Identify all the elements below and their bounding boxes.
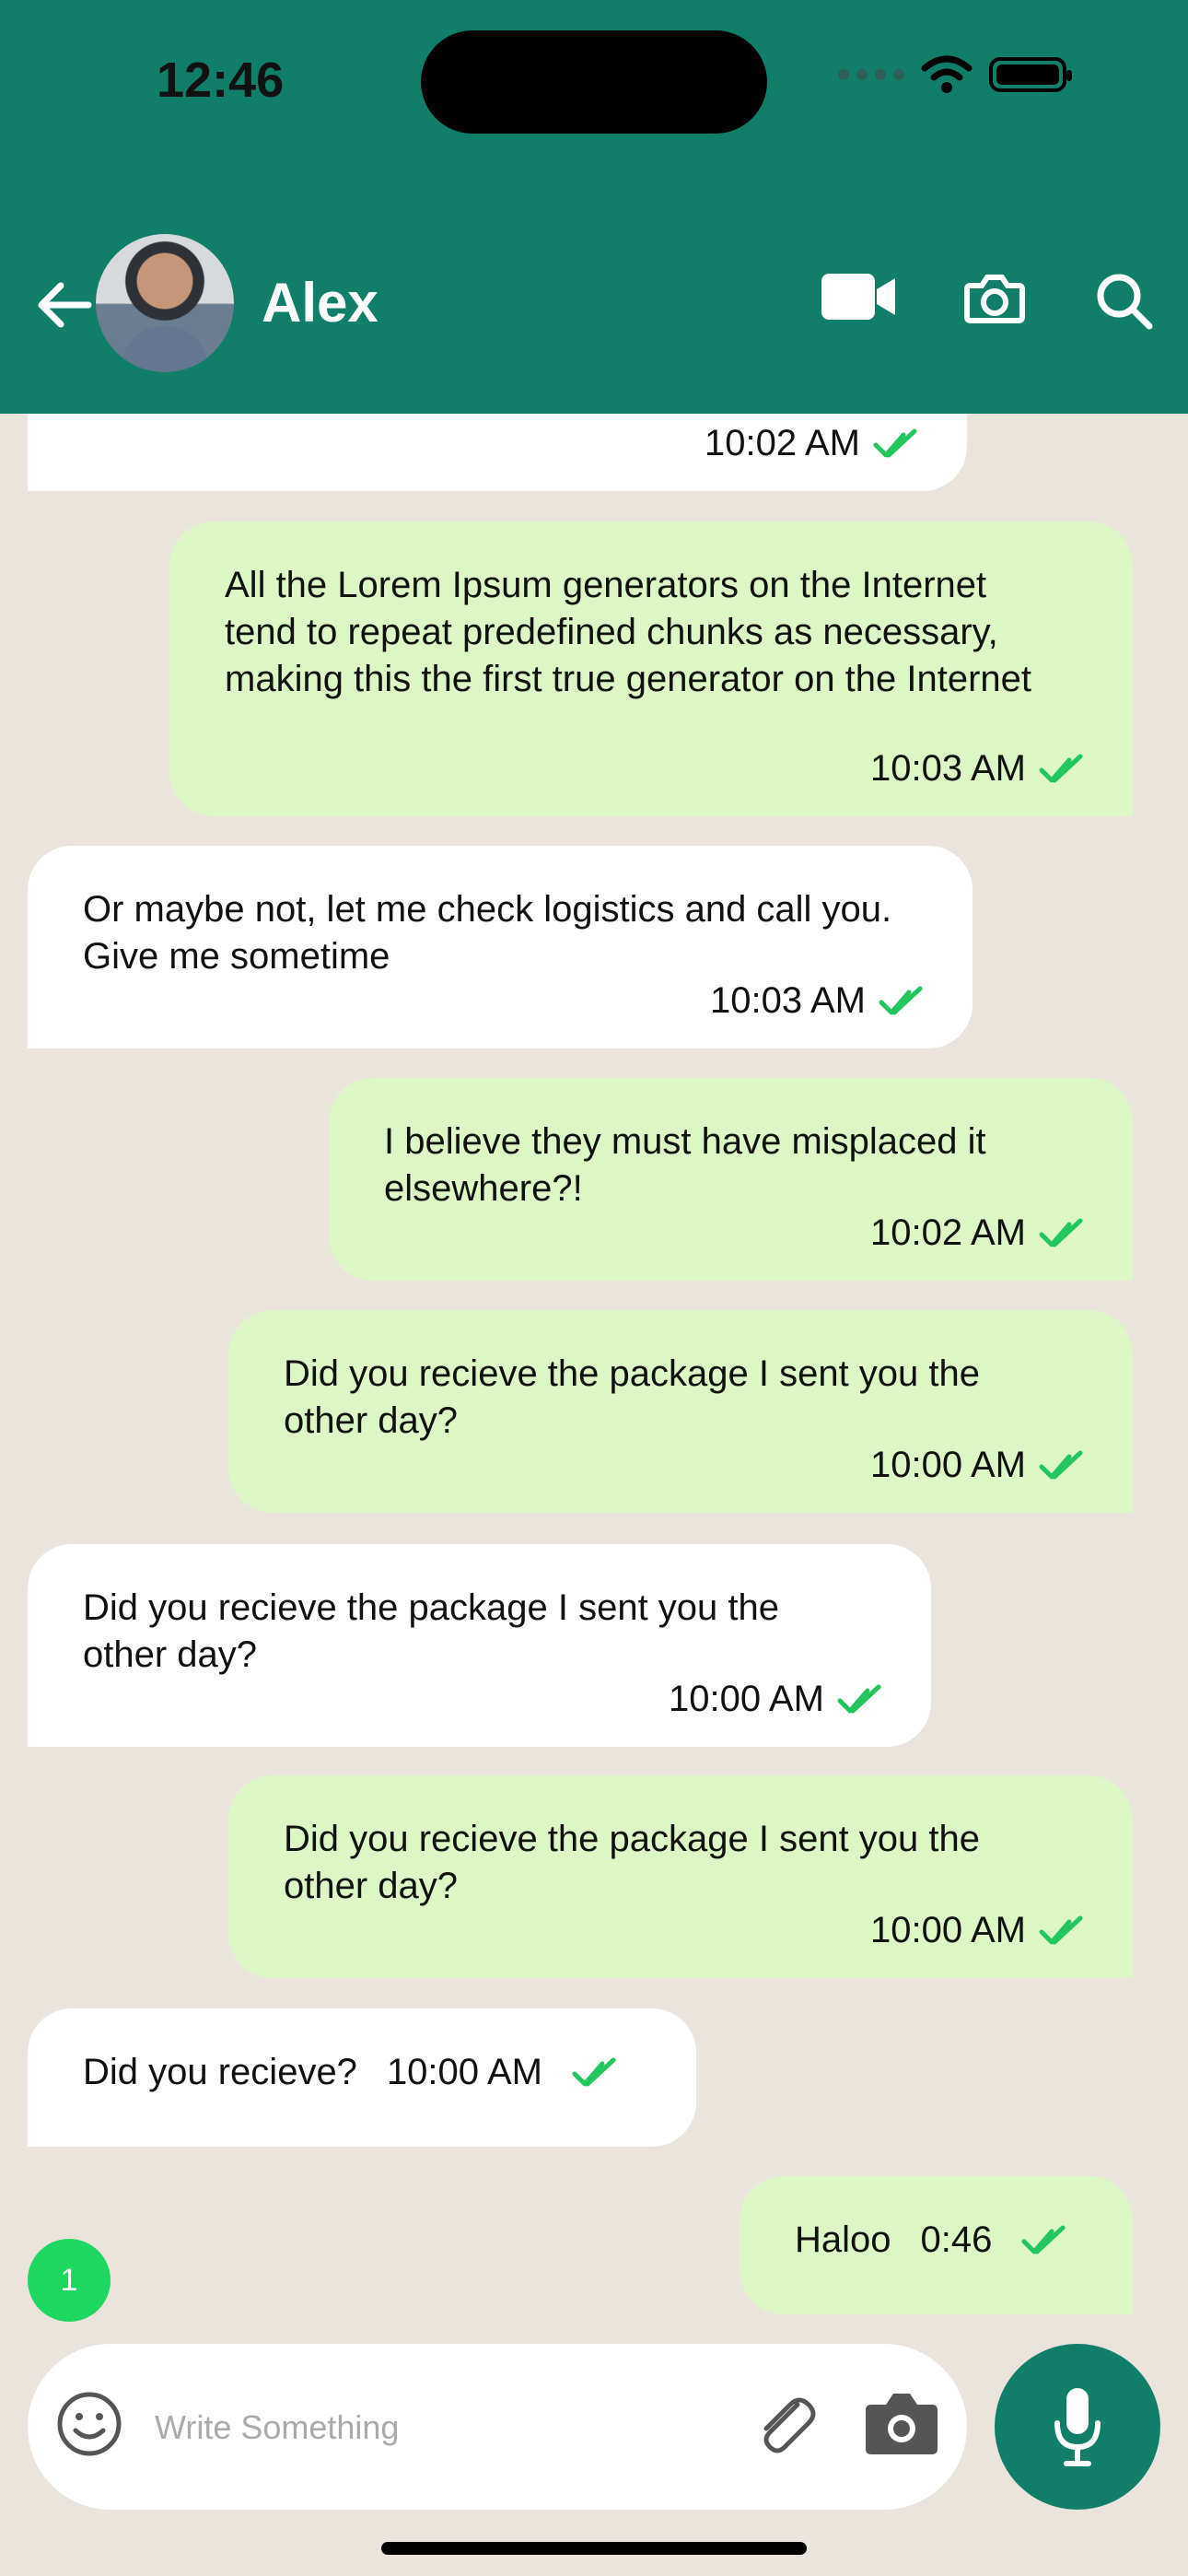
status-time: 12:46 [157,53,285,108]
message-bubble: 10:02 AM [28,414,967,491]
double-check-icon [1021,2225,1066,2254]
signal-icon [838,69,904,80]
message-time: 10:00 AM [869,1445,1026,1485]
double-check-icon [1039,1218,1083,1247]
dynamic-island [421,30,767,134]
attachment-icon[interactable] [746,2388,821,2464]
message-inline: Haloo 0:46 [795,2217,1066,2264]
double-check-icon [1039,1450,1083,1479]
status-icons [838,55,1072,94]
double-check-icon [572,2057,616,2086]
message-text: Or maybe not, let me check logistics and… [83,889,892,977]
message-meta: 10:03 AM [870,745,1083,792]
message-time: 10:02 AM [869,1212,1026,1253]
message-bubble: I believe they must have misplaced it el… [329,1078,1133,1281]
message-composer [28,2344,967,2510]
video-call-icon[interactable] [820,269,899,324]
back-arrow-icon[interactable] [35,276,92,334]
message-meta: 10:00 AM [870,1907,1083,1954]
message-input[interactable] [153,2395,728,2460]
message-bubble: Did you recieve the package I sent you t… [228,1775,1133,1978]
message-time: 10:00 AM [869,1910,1026,1950]
contact-name[interactable]: Alex [262,271,379,334]
message-text: Did you recieve the package I sent you t… [284,1819,981,1906]
home-indicator [381,2542,807,2555]
wifi-icon [921,55,973,93]
contact-avatar[interactable] [96,234,234,372]
message-list[interactable]: 10:02 AM All the Lorem Ipsum generators … [0,414,1188,2345]
message-time: 10:03 AM [709,980,866,1021]
message-time: 10:02 AM [704,423,860,463]
message-time: 10:00 AM [668,1679,824,1719]
double-check-icon [1039,754,1083,782]
message-bubble: Or maybe not, let me check logistics and… [28,846,973,1048]
message-bubble: Haloo 0:46 [740,2176,1133,2314]
chat-header: 12:46 Alex [0,0,1188,414]
search-icon[interactable] [1094,271,1155,332]
voice-message-button[interactable] [995,2344,1160,2510]
battery-icon [989,57,1072,92]
unread-count-badge[interactable]: 1 [28,2239,111,2322]
message-inline: Did you recieve? 10:00 AM [83,2049,616,2096]
message-meta: 10:00 AM [669,1676,881,1723]
message-bubble: Did you recieve the package I sent you t… [28,1544,931,1747]
message-bubble: Did you recieve the package I sent you t… [228,1310,1133,1513]
message-text: I believe they must have misplaced it el… [384,1121,986,1209]
message-text: All the Lorem Ipsum generators on the In… [225,565,1032,699]
message-time: 0:46 [920,2219,993,2260]
camera-icon[interactable] [862,2388,941,2458]
message-text: Did you recieve the package I sent you t… [83,1587,780,1675]
double-check-icon [879,986,923,1014]
message-bubble: Did you recieve? 10:00 AM [28,2008,696,2147]
message-time: 10:03 AM [869,748,1026,789]
double-check-icon [873,428,917,457]
emoji-icon[interactable] [55,2390,123,2458]
message-meta: 10:02 AM [705,420,917,467]
camera-icon[interactable] [963,273,1026,324]
double-check-icon [1039,1915,1083,1944]
message-text: Haloo [795,2219,891,2260]
message-meta: 10:03 AM [710,978,923,1025]
message-text: Did you recieve the package I sent you t… [284,1353,981,1441]
message-meta: 10:00 AM [870,1442,1083,1489]
message-text: Did you recieve? [83,2052,357,2092]
double-check-icon [837,1684,881,1713]
message-meta: 10:02 AM [870,1210,1083,1257]
message-time: 10:00 AM [386,2052,542,2092]
message-bubble: All the Lorem Ipsum generators on the In… [169,521,1133,816]
microphone-icon [1054,2388,1101,2466]
